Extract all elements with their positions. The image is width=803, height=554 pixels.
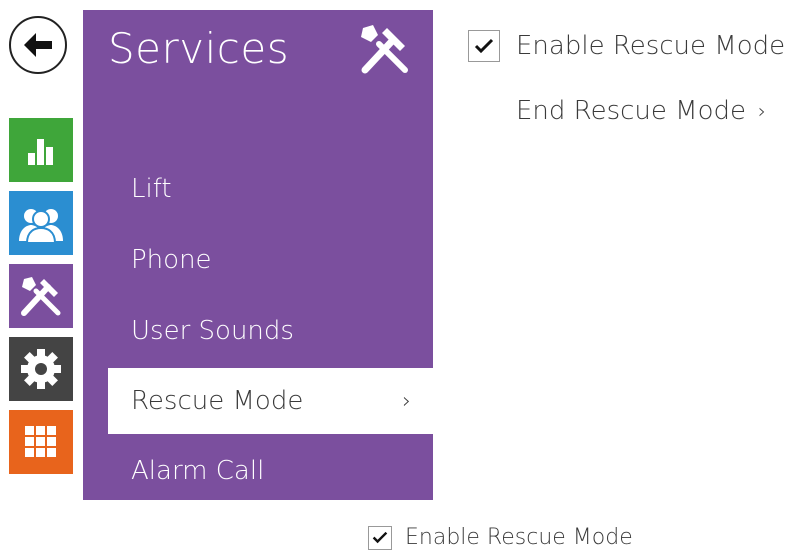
enable-rescue-mode-checkbox[interactable] — [468, 30, 500, 62]
rail-directory-button[interactable] — [9, 191, 73, 255]
arrow-left-icon — [24, 33, 52, 57]
back-button[interactable] — [9, 16, 67, 74]
end-rescue-mode-label: End Rescue Mode — [516, 96, 746, 126]
menu-item-rescue-mode[interactable]: Rescue Mode › — [108, 368, 433, 434]
enable-rescue-mode-label: Enable Rescue Mode — [516, 31, 786, 61]
menu-item-alarm-call[interactable]: Alarm Call — [83, 438, 433, 504]
menu-item-label: Lift — [131, 174, 172, 204]
chevron-right-icon: › — [402, 388, 411, 414]
end-rescue-mode-link[interactable]: End Rescue Mode › — [516, 96, 766, 126]
services-panel: Services Lift Phone User Sounds Rescue M… — [83, 10, 433, 500]
chevron-right-icon: › — [758, 99, 766, 123]
grid-icon — [25, 426, 56, 457]
caption-enable-rescue-mode-checkbox[interactable] — [368, 525, 392, 550]
tools-icon — [21, 277, 61, 316]
enable-rescue-mode-option[interactable]: Enable Rescue Mode — [468, 30, 785, 62]
checkmark-icon — [474, 38, 494, 54]
menu-item-label: User Sounds — [131, 316, 294, 346]
caption-enable-rescue-mode-option[interactable]: Enable Rescue Mode — [368, 525, 633, 550]
checkmark-icon — [372, 531, 388, 544]
rail-system-button[interactable] — [9, 410, 73, 474]
rail-services-button[interactable] — [9, 264, 73, 328]
tools-icon — [361, 25, 408, 74]
users-icon — [19, 209, 63, 243]
menu-item-label: Alarm Call — [131, 456, 265, 486]
rail-status-button[interactable] — [9, 118, 73, 182]
bar-chart-icon — [28, 139, 53, 165]
panel-title: Services — [108, 24, 290, 73]
menu-item-user-sounds[interactable]: User Sounds — [83, 298, 433, 364]
caption-enable-rescue-mode-label: Enable Rescue Mode — [405, 525, 633, 550]
menu-item-label: Rescue Mode — [131, 386, 304, 416]
menu-item-label: Phone — [131, 245, 212, 275]
rail-hardware-button[interactable] — [9, 337, 73, 401]
menu-item-phone[interactable]: Phone — [83, 227, 433, 293]
gear-icon — [21, 349, 61, 389]
menu-item-lift[interactable]: Lift — [83, 156, 433, 222]
